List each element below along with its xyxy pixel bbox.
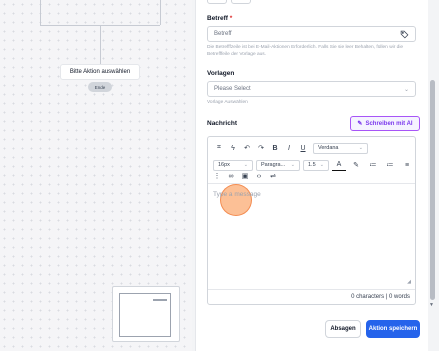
- more-vertical-icon[interactable]: ⋮: [210, 170, 224, 182]
- message-editor: ⌗ ϟ ↶ ↷ B I U Verdana ⌄ 16px ⌄ Paragra..…: [207, 136, 416, 305]
- end-label: Ende: [94, 84, 106, 90]
- top-button-stub-2[interactable]: [231, 0, 251, 4]
- toolbar-row-3: ⋮ ∞ ▣ ‹› ⇌: [208, 169, 415, 183]
- connector-right-vertical: [160, 0, 161, 25]
- scrollbar-thumb[interactable]: [429, 80, 435, 300]
- subject-input[interactable]: Betreff: [207, 26, 416, 42]
- top-button-stub-1[interactable]: [207, 0, 227, 4]
- redo-icon[interactable]: ↷: [254, 142, 268, 154]
- write-with-ai-label: Schreiben mit AI: [365, 120, 413, 127]
- templates-label: Vorlagen: [207, 70, 235, 77]
- magic-wand-icon: ✎: [357, 121, 363, 127]
- save-action-button[interactable]: Aktion speichern: [366, 320, 420, 338]
- clear-format-icon[interactable]: ⇌: [266, 170, 280, 182]
- write-with-ai-button[interactable]: ✎ Schreiben mit AI: [350, 116, 420, 131]
- link-icon[interactable]: ∞: [224, 170, 238, 182]
- minimap-node: [153, 299, 167, 301]
- subject-label: Betreff *: [207, 15, 233, 22]
- message-body[interactable]: Type a message ◢: [208, 183, 415, 289]
- image-icon[interactable]: ▣: [238, 170, 252, 182]
- panel-scrollbar[interactable]: ▼: [428, 0, 436, 351]
- templates-helper: Vorlage Auswählen: [207, 100, 248, 105]
- chevron-down-icon: ⌄: [290, 162, 295, 168]
- scroll-down-icon[interactable]: ▼: [429, 302, 434, 308]
- select-action-node[interactable]: Bitte Aktion auswählen: [60, 64, 140, 80]
- message-placeholder: Type a message: [213, 191, 261, 198]
- chevron-down-icon: ⌄: [403, 86, 409, 93]
- templates-selected: Please Select: [214, 86, 251, 92]
- templates-select[interactable]: Please Select ⌄: [207, 81, 416, 97]
- end-node: Ende: [88, 82, 112, 92]
- font-family-value: Verdana: [318, 145, 339, 151]
- chevron-down-icon: ⌄: [319, 162, 324, 168]
- action-form: Betreff * Betreff Die Betrefffzeile ist …: [195, 0, 428, 351]
- required-marker: *: [229, 15, 233, 22]
- toolbar-row-1: ⌗ ϟ ↶ ↷ B I U Verdana ⌄: [208, 141, 415, 155]
- code-icon[interactable]: ‹›: [252, 170, 266, 182]
- counter-text: 0 characters | 0 words: [351, 294, 410, 300]
- cancel-label: Absagen: [330, 326, 356, 332]
- save-label: Aktion speichern: [368, 326, 418, 332]
- tag-icon[interactable]: [400, 30, 409, 39]
- block-format-value: Paragra...: [261, 162, 286, 168]
- select-action-label: Bitte Aktion auswählen: [69, 69, 131, 75]
- workflow-canvas[interactable]: Bitte Aktion auswählen Ende: [0, 0, 192, 351]
- connector-center-vertical: [100, 25, 101, 64]
- resize-handle-icon[interactable]: ◢: [407, 279, 411, 285]
- chevron-down-icon: ⌄: [243, 162, 248, 168]
- tag-icon[interactable]: ⌗: [212, 142, 226, 154]
- action-panel: Betreff * Betreff Die Betrefffzeile ist …: [192, 0, 439, 351]
- lightning-icon[interactable]: ϟ: [226, 142, 240, 154]
- italic-icon[interactable]: I: [282, 142, 296, 154]
- font-size-value: 16px: [218, 162, 230, 168]
- cursor-highlight: [220, 184, 252, 216]
- bold-icon[interactable]: B: [268, 142, 282, 154]
- cancel-button[interactable]: Absagen: [325, 320, 361, 338]
- chevron-down-icon: ⌄: [358, 145, 363, 151]
- subject-helper: Die Betrefffzeile ist bei E-Mail-Aktione…: [207, 45, 404, 57]
- font-family-select[interactable]: Verdana ⌄: [313, 142, 368, 154]
- underline-icon[interactable]: U: [296, 142, 310, 154]
- line-height-value: 1.5: [308, 162, 316, 168]
- connector-left-vertical: [40, 0, 41, 25]
- message-label: Nachricht: [207, 120, 237, 127]
- char-word-counter: 0 characters | 0 words: [208, 289, 415, 304]
- subject-placeholder: Betreff: [214, 31, 232, 37]
- undo-icon[interactable]: ↶: [240, 142, 254, 154]
- minimap[interactable]: [112, 286, 180, 342]
